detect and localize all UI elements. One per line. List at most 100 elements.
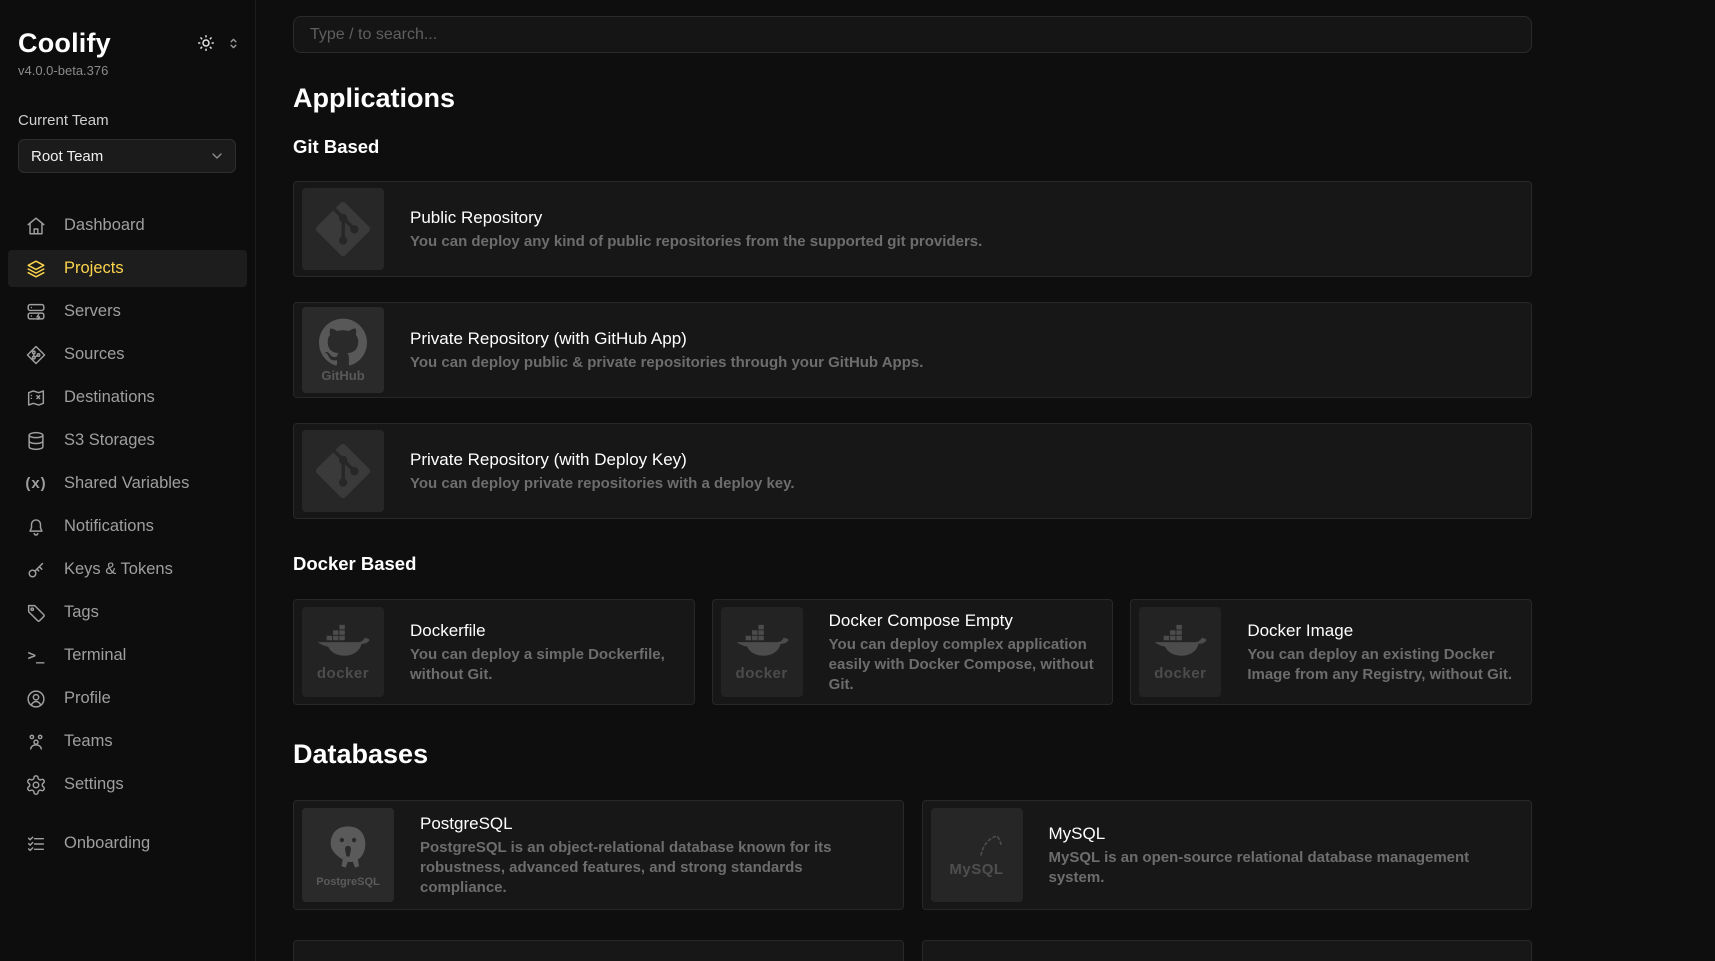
sidebar-item-keys-tokens[interactable]: Keys & Tokens: [8, 551, 247, 588]
sidebar-item-projects[interactable]: Projects: [8, 250, 247, 287]
card-docker-image[interactable]: docker Docker Image You can deploy an ex…: [1130, 599, 1532, 705]
docker-based-card-list: docker Dockerfile You can deploy a simpl…: [293, 599, 1532, 705]
sidebar-item-label: Dashboard: [64, 216, 145, 235]
sidebar-item-label: Destinations: [64, 388, 155, 407]
github-wordmark: GitHub: [321, 368, 364, 383]
docker-wordmark: docker: [1154, 665, 1206, 682]
sun-icon[interactable]: [196, 33, 216, 53]
sidebar-item-onboarding[interactable]: Onboarding: [8, 825, 247, 862]
mysql-icon: MySQL: [931, 808, 1023, 902]
team-select-value: Root Team: [31, 148, 103, 165]
card-private-repository-github-app[interactable]: GitHub Private Repository (with GitHub A…: [293, 302, 1532, 398]
sidebar-item-label: Notifications: [64, 517, 154, 536]
docker-wordmark: docker: [317, 665, 369, 682]
sidebar-item-servers[interactable]: Servers: [8, 293, 247, 330]
git-based-card-list: Public Repository You can deploy any kin…: [293, 181, 1532, 519]
sidebar-nav: Dashboard Projects Servers Sources Desti: [0, 207, 255, 862]
sidebar-item-label: Teams: [64, 732, 113, 751]
card-description: MySQL is an open-source relational datab…: [1049, 848, 1516, 888]
card-title: MySQL: [1049, 823, 1516, 845]
sidebar-item-sources[interactable]: Sources: [8, 336, 247, 373]
card-public-repository[interactable]: Public Repository You can deploy any kin…: [293, 181, 1532, 277]
sidebar-item-label: Servers: [64, 302, 121, 321]
sidebar-item-label: Settings: [64, 775, 124, 794]
sidebar-item-destinations[interactable]: Destinations: [8, 379, 247, 416]
home-icon: [24, 214, 48, 238]
database-icon: [24, 429, 48, 453]
databases-card-list-partial: [293, 940, 1532, 961]
sidebar-item-label: Onboarding: [64, 834, 150, 853]
docker-icon: docker: [1139, 607, 1221, 697]
chevron-down-icon: [209, 148, 225, 164]
card-dockerfile[interactable]: docker Dockerfile You can deploy a simpl…: [293, 599, 695, 705]
card-description: You can deploy public & private reposito…: [410, 353, 923, 373]
tag-icon: [24, 601, 48, 625]
checklist-icon: [24, 832, 48, 856]
card-description: You can deploy an existing Docker Image …: [1247, 645, 1515, 685]
current-team-label: Current Team: [0, 78, 255, 129]
search-input[interactable]: [293, 16, 1532, 53]
postgresql-wordmark: PostgreSQL: [316, 876, 380, 888]
bell-icon: [24, 515, 48, 539]
sidebar-item-notifications[interactable]: Notifications: [8, 508, 247, 545]
applications-heading: Applications: [293, 83, 1532, 114]
sidebar: Coolify v4.0.0-beta.376 Current Team Roo…: [0, 0, 256, 961]
app-logo: Coolify: [18, 28, 111, 58]
sidebar-item-s3-storages[interactable]: S3 Storages: [8, 422, 247, 459]
sidebar-item-profile[interactable]: Profile: [8, 680, 247, 717]
partial-card[interactable]: [293, 940, 904, 961]
sidebar-item-label: Sources: [64, 345, 125, 364]
card-title: PostgreSQL: [420, 813, 887, 835]
github-icon: GitHub: [302, 307, 384, 393]
chevron-up-down-icon[interactable]: [226, 36, 241, 51]
map-icon: [24, 386, 48, 410]
server-icon: [24, 300, 48, 324]
sidebar-item-teams[interactable]: Teams: [8, 723, 247, 760]
key-icon: [24, 558, 48, 582]
card-postgresql[interactable]: PostgreSQL PostgreSQL PostgreSQL is an o…: [293, 800, 904, 910]
docker-based-heading: Docker Based: [293, 553, 1532, 574]
sidebar-item-terminal[interactable]: >_ Terminal: [8, 637, 247, 674]
card-description: PostgreSQL is an object-relational datab…: [420, 838, 887, 898]
users-icon: [24, 730, 48, 754]
card-private-repository-deploy-key[interactable]: Private Repository (with Deploy Key) You…: [293, 423, 1532, 519]
docker-icon: docker: [721, 607, 803, 697]
databases-card-list: PostgreSQL PostgreSQL PostgreSQL is an o…: [293, 800, 1532, 910]
sidebar-item-label: Projects: [64, 259, 124, 278]
git-icon: [302, 188, 384, 270]
main-content: Applications Git Based Public Repository…: [257, 0, 1715, 961]
mysql-wordmark: MySQL: [949, 861, 1003, 878]
sidebar-item-label: Profile: [64, 689, 111, 708]
card-title: Private Repository (with GitHub App): [410, 328, 923, 350]
sidebar-item-label: S3 Storages: [64, 431, 155, 450]
card-description: You can deploy complex application easil…: [829, 635, 1097, 695]
git-fork-icon: [24, 343, 48, 367]
card-title: Private Repository (with Deploy Key): [410, 449, 795, 471]
sidebar-item-label: Tags: [64, 603, 99, 622]
card-title: Public Repository: [410, 207, 982, 229]
sidebar-item-settings[interactable]: Settings: [8, 766, 247, 803]
terminal-icon: >_: [24, 644, 48, 668]
sidebar-item-label: Keys & Tokens: [64, 560, 173, 579]
sidebar-header: Coolify: [0, 28, 255, 58]
sidebar-item-shared-variables[interactable]: (x) Shared Variables: [8, 465, 247, 502]
sidebar-item-tags[interactable]: Tags: [8, 594, 247, 631]
docker-icon: docker: [302, 607, 384, 697]
sidebar-item-label: Terminal: [64, 646, 126, 665]
app-version: v4.0.0-beta.376: [0, 58, 255, 78]
card-mysql[interactable]: MySQL MySQL MySQL is an open-source rela…: [922, 800, 1533, 910]
team-select[interactable]: Root Team: [18, 139, 236, 173]
card-docker-compose-empty[interactable]: docker Docker Compose Empty You can depl…: [712, 599, 1114, 705]
git-icon: [302, 430, 384, 512]
postgresql-icon: PostgreSQL: [302, 808, 394, 902]
gear-icon: [24, 773, 48, 797]
card-title: Dockerfile: [410, 620, 678, 642]
sidebar-item-dashboard[interactable]: Dashboard: [8, 207, 247, 244]
databases-heading: Databases: [293, 739, 1532, 770]
card-description: You can deploy a simple Dockerfile, with…: [410, 645, 678, 685]
partial-card[interactable]: [922, 940, 1533, 961]
user-icon: [24, 687, 48, 711]
variable-icon: (x): [24, 472, 48, 496]
card-title: Docker Compose Empty: [829, 610, 1097, 632]
sidebar-item-label: Shared Variables: [64, 474, 189, 493]
